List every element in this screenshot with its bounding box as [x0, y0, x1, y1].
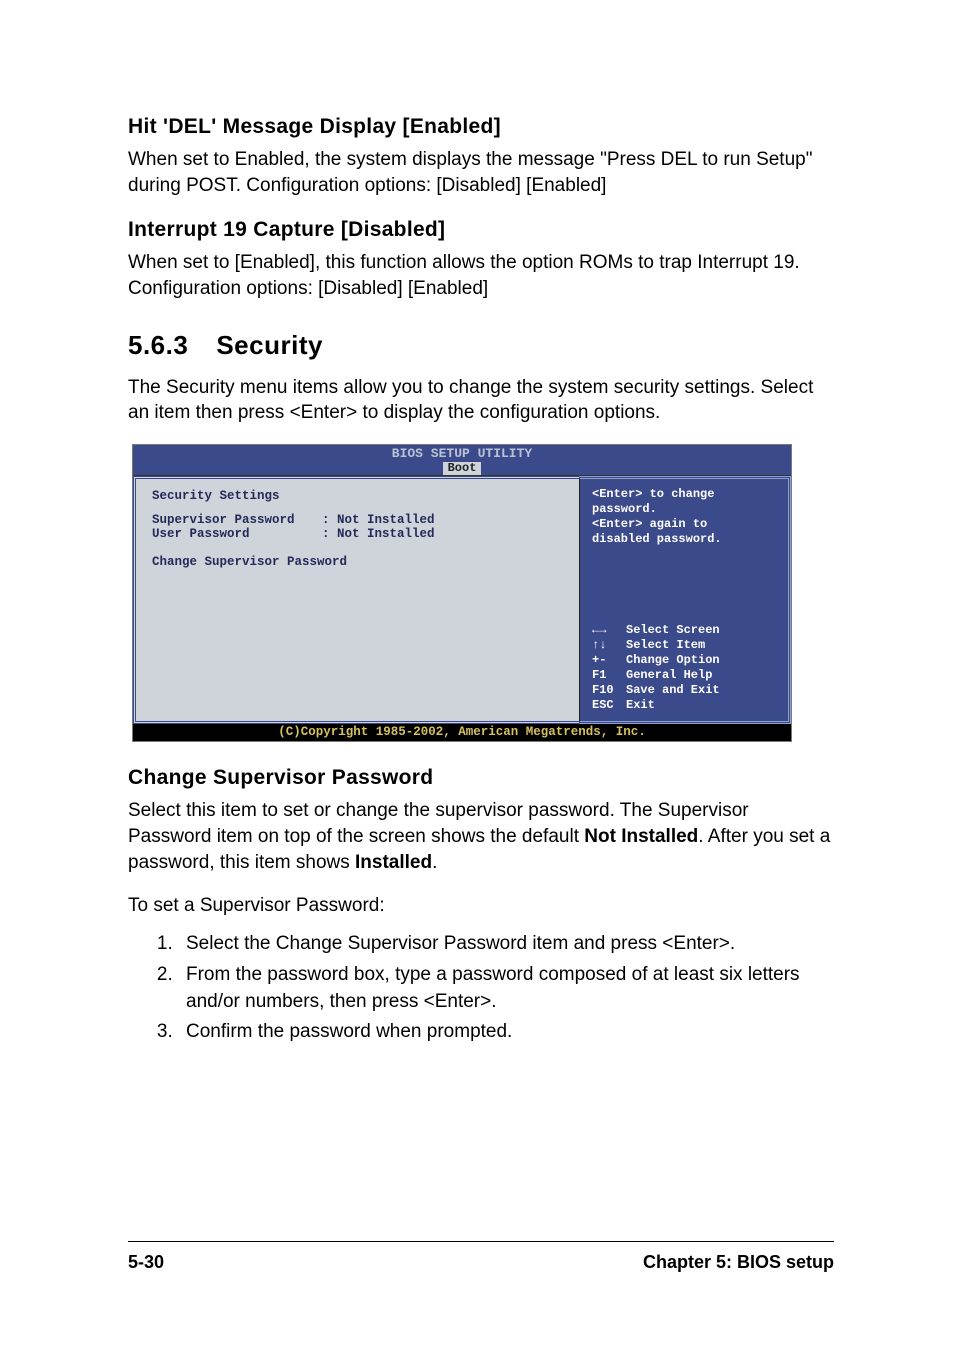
bios-key-label: Change Option — [626, 653, 720, 668]
bios-row-supervisor: Supervisor Password : Not Installed — [152, 513, 563, 527]
esc-key: ESC — [592, 698, 626, 713]
bold-not-installed: Not Installed — [584, 826, 698, 847]
bios-key-label: Select Item — [626, 638, 705, 653]
heading-interrupt-19: Interrupt 19 Capture [Disabled] — [128, 218, 834, 242]
step-item: From the password box, type a password c… — [178, 962, 834, 1015]
bios-key-label: Select Screen — [626, 623, 720, 638]
change-supervisor-para: Select this item to set or change the su… — [128, 798, 834, 875]
steps-intro: To set a Supervisor Password: — [128, 895, 834, 917]
bios-help-line: <Enter> to change — [592, 487, 778, 502]
f1-key: F1 — [592, 668, 626, 683]
arrow-lr-icon: ←→ — [592, 623, 626, 638]
bios-change-supervisor: Change Supervisor Password — [152, 555, 563, 569]
arrow-ud-icon: ↑↓ — [592, 638, 626, 653]
text-fragment: . — [432, 852, 437, 873]
bios-key-label: Save and Exit — [626, 683, 720, 698]
bios-key-label: General Help — [626, 668, 712, 683]
bios-user-label: User Password — [152, 527, 322, 541]
heading-security: 5.6.3 Security — [128, 330, 834, 361]
bios-left-panel: Security Settings Supervisor Password : … — [133, 476, 579, 724]
f10-key: F10 — [592, 683, 626, 698]
bios-security-heading: Security Settings — [152, 489, 563, 503]
bios-help-line: disabled password. — [592, 532, 778, 547]
bios-user-value: : Not Installed — [322, 527, 435, 541]
step-item: Confirm the password when prompted. — [178, 1019, 834, 1046]
bios-supervisor-value: : Not Installed — [322, 513, 435, 527]
body-interrupt-19: When set to [Enabled], this function all… — [128, 250, 834, 301]
chapter-label: Chapter 5: BIOS setup — [643, 1252, 834, 1273]
bios-supervisor-label: Supervisor Password — [152, 513, 322, 527]
bold-installed: Installed — [355, 852, 432, 873]
bios-key-row: ←→Select Screen — [592, 623, 778, 638]
bios-key-legend: ←→Select Screen ↑↓Select Item +-Change O… — [592, 623, 778, 713]
heading-change-supervisor: Change Supervisor Password — [128, 766, 834, 790]
bios-help-line: <Enter> again to — [592, 517, 778, 532]
bios-copyright: (C)Copyright 1985-2002, American Megatre… — [133, 724, 791, 741]
plus-minus-icon: +- — [592, 653, 626, 668]
bios-right-panel: <Enter> to change password. <Enter> agai… — [579, 476, 791, 724]
bios-key-row: ESCExit — [592, 698, 778, 713]
heading-number: 5.6.3 — [128, 330, 188, 361]
bios-key-row: ↑↓Select Item — [592, 638, 778, 653]
bios-screenshot: BIOS SETUP UTILITY Boot Security Setting… — [132, 444, 792, 743]
bios-tab-boot: Boot — [443, 462, 482, 475]
security-intro: The Security menu items allow you to cha… — [128, 375, 834, 426]
page-footer: 5-30 Chapter 5: BIOS setup — [128, 1241, 834, 1273]
bios-help-text: <Enter> to change password. <Enter> agai… — [592, 487, 778, 547]
body-hit-del: When set to Enabled, the system displays… — [128, 147, 834, 198]
bios-titlebar: BIOS SETUP UTILITY Boot — [133, 445, 791, 476]
steps-list: Select the Change Supervisor Password it… — [128, 931, 834, 1045]
bios-key-row: F1General Help — [592, 668, 778, 683]
step-item: Select the Change Supervisor Password it… — [178, 931, 834, 958]
bios-key-row: F10Save and Exit — [592, 683, 778, 698]
heading-hit-del: Hit 'DEL' Message Display [Enabled] — [128, 115, 834, 139]
heading-title: Security — [216, 330, 323, 360]
bios-help-line: password. — [592, 502, 778, 517]
bios-row-user: User Password : Not Installed — [152, 527, 563, 541]
page-number: 5-30 — [128, 1252, 164, 1273]
bios-key-row: +-Change Option — [592, 653, 778, 668]
bios-title: BIOS SETUP UTILITY — [133, 447, 791, 461]
bios-key-label: Exit — [626, 698, 655, 713]
